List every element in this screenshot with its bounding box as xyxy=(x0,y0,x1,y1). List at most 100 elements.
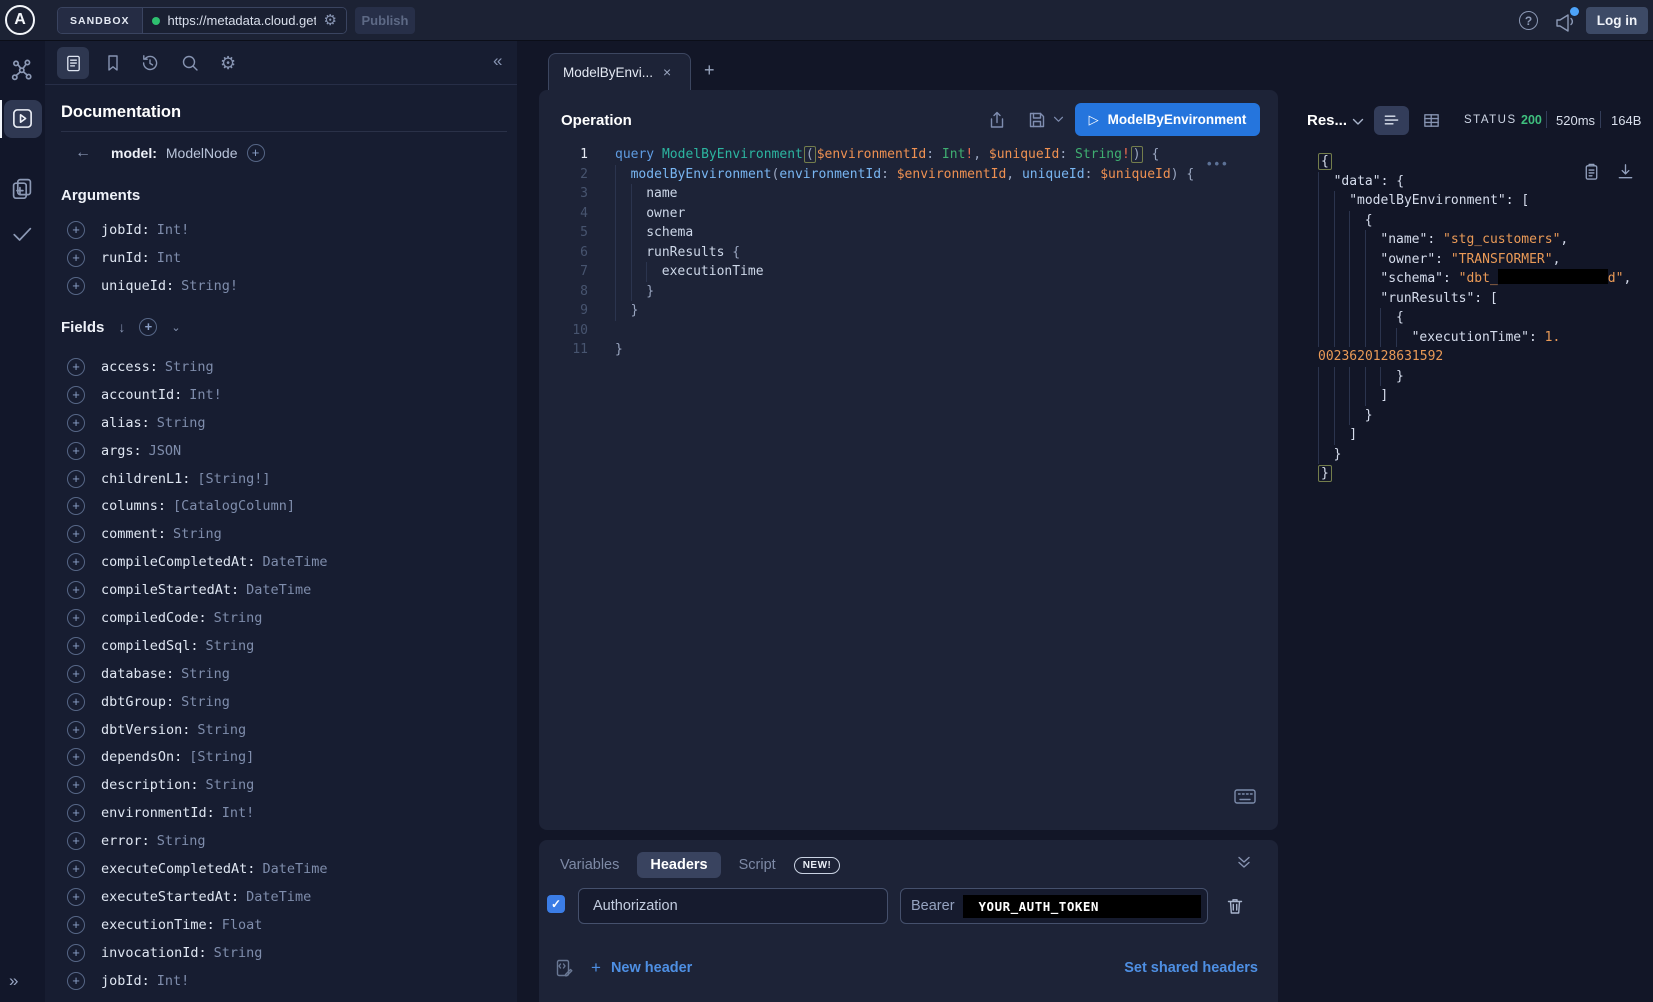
new-header-button[interactable]: + New header xyxy=(591,958,692,978)
field-type-link[interactable]: JSON xyxy=(149,443,182,459)
close-tab-icon[interactable]: × xyxy=(663,64,671,80)
add-field-icon[interactable]: + xyxy=(67,888,85,906)
checks-icon[interactable] xyxy=(10,222,34,246)
sort-fields-icon[interactable]: ↓ xyxy=(118,319,125,335)
add-field-icon[interactable]: + xyxy=(67,609,85,627)
collections-icon[interactable] xyxy=(10,176,34,200)
breadcrumb-type[interactable]: ModelNode xyxy=(166,145,238,161)
search-icon[interactable] xyxy=(180,53,200,73)
add-field-icon[interactable]: + xyxy=(67,748,85,766)
add-field-icon[interactable]: + xyxy=(67,804,85,822)
operation-tab[interactable]: ModelByEnvi... × xyxy=(548,53,691,90)
add-field-icon[interactable]: + xyxy=(67,581,85,599)
saved-operations-bookmark-icon[interactable] xyxy=(103,53,123,73)
add-field-icon[interactable]: + xyxy=(67,916,85,934)
field-type-link[interactable]: String xyxy=(181,666,230,682)
add-field-icon[interactable]: + xyxy=(67,693,85,711)
graphql-query-editor[interactable]: 1query ModelByEnvironment($environmentId… xyxy=(539,145,1278,360)
add-field-icon[interactable]: + xyxy=(67,358,85,376)
add-field-icon[interactable]: + xyxy=(67,944,85,962)
add-field-icon[interactable]: + xyxy=(67,414,85,432)
save-operation-icon[interactable] xyxy=(1027,110,1047,130)
add-field-icon[interactable]: + xyxy=(67,665,85,683)
tab-script[interactable]: Script xyxy=(739,857,776,873)
field-type-link[interactable]: Int! xyxy=(189,387,222,403)
publish-button[interactable]: Publish xyxy=(355,7,415,34)
login-button[interactable]: Log in xyxy=(1586,7,1648,34)
add-fields-icon[interactable]: + xyxy=(139,318,157,336)
keyboard-shortcuts-icon[interactable] xyxy=(1234,788,1256,805)
field-type-link[interactable]: Int! xyxy=(222,805,255,821)
field-type-link[interactable]: String xyxy=(206,638,255,654)
field-type-link[interactable]: DateTime xyxy=(246,582,311,598)
field-type-link[interactable]: Int! xyxy=(157,973,190,989)
add-field-icon[interactable]: + xyxy=(67,721,85,739)
add-field-icon[interactable]: + xyxy=(67,860,85,878)
add-field-icon[interactable]: + xyxy=(67,221,85,239)
response-title[interactable]: Res... xyxy=(1307,112,1347,129)
add-field-icon[interactable]: + xyxy=(67,442,85,460)
field-type-link[interactable]: String xyxy=(157,833,206,849)
history-icon[interactable] xyxy=(140,53,160,73)
add-all-fields-icon[interactable]: + xyxy=(247,144,265,162)
field-type-link[interactable]: String xyxy=(157,415,206,431)
editor-more-menu-icon[interactable]: ••• xyxy=(1207,156,1230,171)
field-type-link[interactable]: String xyxy=(214,610,263,626)
field-type-link[interactable]: DateTime xyxy=(246,889,311,905)
field-type-link[interactable]: DateTime xyxy=(262,861,327,877)
field-type-link[interactable]: String xyxy=(206,777,255,793)
collapse-panel-double-chevron-icon[interactable] xyxy=(1236,854,1252,870)
field-type-link[interactable]: String xyxy=(173,526,222,542)
documentation-tab-icon[interactable] xyxy=(57,47,89,79)
new-tab-icon[interactable]: + xyxy=(704,60,715,81)
field-type-link[interactable]: Int! xyxy=(157,222,190,238)
endpoint-url-input[interactable]: https://metadata.cloud.get ⚙ xyxy=(143,8,346,33)
set-shared-headers-link[interactable]: Set shared headers xyxy=(1124,960,1258,976)
endpoint-settings-gear-icon[interactable]: ⚙ xyxy=(324,13,337,28)
field-type-link[interactable]: String xyxy=(197,722,246,738)
explorer-icon[interactable] xyxy=(11,107,35,131)
tab-variables[interactable]: Variables xyxy=(560,857,619,873)
add-field-icon[interactable]: + xyxy=(67,470,85,488)
add-field-icon[interactable]: + xyxy=(67,832,85,850)
field-type-link[interactable]: Int xyxy=(157,250,181,266)
add-field-icon[interactable]: + xyxy=(67,386,85,404)
add-field-icon[interactable]: + xyxy=(67,776,85,794)
add-field-icon[interactable]: + xyxy=(67,553,85,571)
edit-as-document-icon[interactable] xyxy=(554,958,574,978)
expand-rail-icon[interactable]: » xyxy=(9,971,18,991)
header-key-input[interactable]: Authorization xyxy=(578,888,888,924)
field-type-link[interactable]: String xyxy=(165,359,214,375)
header-enabled-checkbox[interactable]: ✓ xyxy=(547,895,565,913)
add-field-icon[interactable]: + xyxy=(67,277,85,295)
run-operation-button[interactable]: ▷ ModelByEnvironment xyxy=(1075,103,1260,136)
copy-response-icon[interactable] xyxy=(1582,162,1601,181)
field-type-link[interactable]: String! xyxy=(181,278,238,294)
field-type-link[interactable]: String xyxy=(181,694,230,710)
field-type-link[interactable]: String xyxy=(214,945,263,961)
add-field-icon[interactable]: + xyxy=(67,525,85,543)
field-type-link[interactable]: [String] xyxy=(189,749,254,765)
add-field-icon[interactable]: + xyxy=(67,637,85,655)
field-type-link[interactable]: DateTime xyxy=(262,554,327,570)
tab-headers[interactable]: Headers xyxy=(637,852,720,878)
share-operation-icon[interactable] xyxy=(987,110,1007,130)
header-value-input[interactable]: Bearer YOUR_AUTH_TOKEN xyxy=(900,888,1208,924)
field-type-link[interactable]: [String!] xyxy=(197,471,270,487)
table-view-toggle-icon[interactable] xyxy=(1422,111,1442,131)
help-icon[interactable]: ? xyxy=(1519,11,1538,30)
collapse-panel-icon[interactable]: « xyxy=(493,51,502,71)
response-dropdown-chevron-icon[interactable] xyxy=(1352,118,1365,127)
raw-view-toggle-icon[interactable] xyxy=(1374,106,1409,135)
save-dropdown-chevron-icon[interactable] xyxy=(1053,116,1073,136)
add-field-icon[interactable]: + xyxy=(67,972,85,990)
field-type-link[interactable]: [CatalogColumn] xyxy=(173,498,295,514)
schema-graph-icon[interactable] xyxy=(10,58,34,82)
field-type-link[interactable]: Float xyxy=(222,917,263,933)
back-arrow-icon[interactable]: ← xyxy=(75,144,91,162)
add-field-icon[interactable]: + xyxy=(67,249,85,267)
chevron-down-icon[interactable]: ⌄ xyxy=(171,321,180,334)
delete-header-trash-icon[interactable] xyxy=(1225,896,1245,916)
apollo-logo-icon[interactable]: A xyxy=(5,5,35,35)
add-field-icon[interactable]: + xyxy=(67,497,85,515)
